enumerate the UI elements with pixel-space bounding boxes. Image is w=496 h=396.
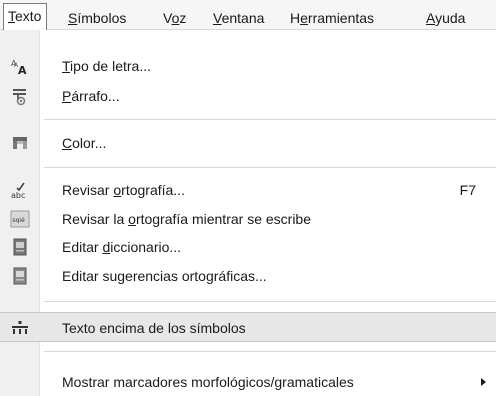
menu-voz[interactable]: Voz <box>163 8 186 28</box>
menu-ayuda[interactable]: Ayuda <box>426 8 465 28</box>
menu-item-mostrar-marcadores[interactable]: Mostrar marcadores morfológicos/gramatic… <box>0 368 496 396</box>
menu-simbolos[interactable]: Símbolos <box>68 8 126 28</box>
menu-separator <box>44 119 496 120</box>
menu-item-editar-diccionario[interactable]: Editar diccionario... <box>0 233 496 261</box>
menu-ventana[interactable]: Ventana <box>213 8 264 28</box>
menu-label-post: z <box>179 10 187 26</box>
menu-separator <box>44 167 496 168</box>
font-size-icon: A A A <box>11 59 27 76</box>
menu-mnemonic: T <box>8 8 15 24</box>
menu-item-revisar-ortografia[interactable]: abc Revisar ortografía... F7 <box>0 176 496 204</box>
spellcheck-icon: abc <box>11 182 25 200</box>
menu-item-label: Revisar ortografía... <box>62 182 185 198</box>
texto-dropdown-menu: A A A Tipo de letra... Párrafo... Color.… <box>0 30 496 396</box>
menu-mnemonic: V <box>213 10 222 26</box>
menu-label-post: yuda <box>435 10 466 26</box>
menu-label-pre: H <box>290 10 301 26</box>
menu-item-label: Tipo de letra... <box>62 58 151 74</box>
menu-item-label: Texto encima de los símbolos <box>62 320 246 336</box>
menu-mnemonic: e <box>300 10 308 26</box>
menu-separator <box>44 301 496 302</box>
menu-item-color[interactable]: Color... <box>0 129 496 157</box>
menu-item-label: Editar sugerencias ortográficas... <box>62 268 267 284</box>
dictionary-icon <box>13 238 27 256</box>
menu-item-texto-encima[interactable]: Texto encima de los símbolos <box>0 312 496 342</box>
menu-label-post: ímbolos <box>77 10 127 26</box>
menu-item-label: Mostrar marcadores morfológicos/gramatic… <box>62 374 354 390</box>
svg-text:abc: abc <box>11 191 25 200</box>
menu-mnemonic: S <box>68 10 78 26</box>
menu-item-editar-sugerencias[interactable]: Editar sugerencias ortográficas... <box>0 262 496 290</box>
menu-label-post: exto <box>15 8 42 24</box>
auto-spellcheck-icon: sqié <box>10 210 30 228</box>
menu-label-post: rramientas <box>307 10 375 26</box>
menu-herramientas[interactable]: Herramientas <box>290 8 374 28</box>
menu-item-tipo-de-letra[interactable]: A A A Tipo de letra... <box>0 52 496 80</box>
submenu-arrow-icon <box>481 378 486 386</box>
menu-texto[interactable]: Texto <box>3 3 48 30</box>
menu-item-label: Párrafo... <box>62 88 120 104</box>
text-above-symbols-icon <box>12 321 28 334</box>
color-icon <box>13 137 27 149</box>
menu-label-pre: V <box>163 10 172 26</box>
menu-label-post: entana <box>221 10 265 26</box>
menu-item-label: Color... <box>62 135 107 151</box>
svg-text:A: A <box>18 64 27 76</box>
suggestions-icon <box>13 267 27 285</box>
menu-item-label: Revisar la ortografía mientrar se escrib… <box>62 211 312 227</box>
menu-item-label: Editar diccionario... <box>62 239 182 255</box>
menu-separator <box>44 351 496 352</box>
menu-item-revisar-al-escribir[interactable]: sqié Revisar la ortografía mientrar se e… <box>0 205 496 233</box>
menu-item-parrafo[interactable]: Párrafo... <box>0 82 496 110</box>
menu-mnemonic: A <box>426 10 436 26</box>
shortcut-label: F7 <box>459 182 476 198</box>
svg-text:sqié: sqié <box>13 217 26 224</box>
menu-bar: Texto Símbolos Voz Ventana Herramientas … <box>0 0 496 30</box>
paragraph-icon <box>13 89 26 106</box>
